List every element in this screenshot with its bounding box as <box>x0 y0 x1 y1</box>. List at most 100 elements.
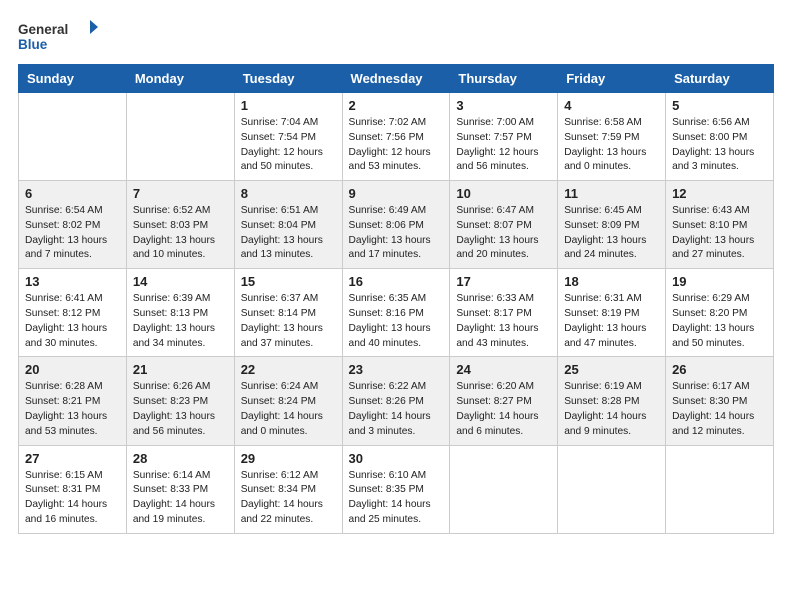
svg-text:Blue: Blue <box>18 37 48 52</box>
cell-text: Sunrise: 6:10 AM Sunset: 8:35 PM Dayligh… <box>349 469 444 528</box>
cell-text: Sunrise: 7:00 AM Sunset: 7:57 PM Dayligh… <box>456 116 551 175</box>
calendar-cell: 6 Sunrise: 6:54 AM Sunset: 8:02 PM Daylig… <box>19 181 127 269</box>
cell-text: Sunrise: 6:41 AM Sunset: 8:12 PM Dayligh… <box>25 292 120 351</box>
calendar-cell: 21 Sunrise: 6:26 AM Sunset: 8:23 PM Dayli… <box>126 357 234 445</box>
day-number: 3 <box>456 98 551 113</box>
calendar-cell: 28Sunrise: 6:14 AM Sunset: 8:33 PM Dayli… <box>126 445 234 533</box>
cell-text: Sunrise: 6:45 AM Sunset: 8:09 PM Dayligh… <box>564 204 659 263</box>
calendar-cell: 27 Sunrise: 6:15 AM Sunset: 8:31 PM Dayli… <box>19 445 127 533</box>
weekday-header-wednesday: Wednesday <box>342 65 450 93</box>
cell-text: Sunrise: 6:20 AM Sunset: 8:27 PM Dayligh… <box>456 380 551 439</box>
calendar-cell <box>666 445 774 533</box>
cell-text: Sunrise: 6:14 AM Sunset: 8:33 PM Dayligh… <box>133 469 228 528</box>
calendar-cell: 7 Sunrise: 6:52 AM Sunset: 8:03 PM Daylig… <box>126 181 234 269</box>
cell-text: Sunrise: 6:58 AM Sunset: 7:59 PM Dayligh… <box>564 116 659 175</box>
day-number: 10 <box>456 186 551 201</box>
week-row-5: 27 Sunrise: 6:15 AM Sunset: 8:31 PM Dayli… <box>19 445 774 533</box>
day-number: 21 <box>133 362 228 377</box>
calendar-cell <box>450 445 558 533</box>
calendar-cell: 17 Sunrise: 6:33 AM Sunset: 8:17 PM Dayli… <box>450 269 558 357</box>
day-number: 30 <box>349 451 444 466</box>
day-number: 13 <box>25 274 120 289</box>
cell-text: Sunrise: 7:04 AM Sunset: 7:54 PM Dayligh… <box>241 116 336 175</box>
calendar-cell: 29 Sunrise: 6:12 AM Sunset: 8:34 PM Dayli… <box>234 445 342 533</box>
week-row-1: 1 Sunrise: 7:04 AM Sunset: 7:54 PM Daylig… <box>19 93 774 181</box>
cell-text: Sunrise: 6:52 AM Sunset: 8:03 PM Dayligh… <box>133 204 228 263</box>
calendar-cell: 22Sunrise: 6:24 AM Sunset: 8:24 PM Dayli… <box>234 357 342 445</box>
day-number: 25 <box>564 362 659 377</box>
day-number: 6 <box>25 186 120 201</box>
calendar-cell: 13 Sunrise: 6:41 AM Sunset: 8:12 PM Dayli… <box>19 269 127 357</box>
day-number: 2 <box>349 98 444 113</box>
weekday-header-thursday: Thursday <box>450 65 558 93</box>
day-number: 27 <box>25 451 120 466</box>
weekday-header-friday: Friday <box>558 65 666 93</box>
day-number: 17 <box>456 274 551 289</box>
day-number: 11 <box>564 186 659 201</box>
calendar-cell <box>126 93 234 181</box>
calendar-cell: 23Sunrise: 6:22 AM Sunset: 8:26 PM Dayli… <box>342 357 450 445</box>
day-number: 23 <box>349 362 444 377</box>
weekday-header-tuesday: Tuesday <box>234 65 342 93</box>
cell-text: Sunrise: 6:26 AM Sunset: 8:23 PM Dayligh… <box>133 380 228 439</box>
cell-text: Sunrise: 6:17 AM Sunset: 8:30 PM Dayligh… <box>672 380 767 439</box>
cell-text: Sunrise: 6:33 AM Sunset: 8:17 PM Dayligh… <box>456 292 551 351</box>
cell-text: Sunrise: 6:15 AM Sunset: 8:31 PM Dayligh… <box>25 469 120 528</box>
day-number: 22 <box>241 362 336 377</box>
calendar-cell: 15Sunrise: 6:37 AM Sunset: 8:14 PM Dayli… <box>234 269 342 357</box>
day-number: 4 <box>564 98 659 113</box>
calendar-cell: 10 Sunrise: 6:47 AM Sunset: 8:07 PM Dayli… <box>450 181 558 269</box>
day-number: 12 <box>672 186 767 201</box>
day-number: 1 <box>241 98 336 113</box>
calendar-cell: 24Sunrise: 6:20 AM Sunset: 8:27 PM Dayli… <box>450 357 558 445</box>
day-number: 14 <box>133 274 228 289</box>
weekday-header-sunday: Sunday <box>19 65 127 93</box>
cell-text: Sunrise: 6:39 AM Sunset: 8:13 PM Dayligh… <box>133 292 228 351</box>
calendar-cell: 14 Sunrise: 6:39 AM Sunset: 8:13 PM Dayli… <box>126 269 234 357</box>
week-row-3: 13 Sunrise: 6:41 AM Sunset: 8:12 PM Dayli… <box>19 269 774 357</box>
calendar-cell: 8 Sunrise: 6:51 AM Sunset: 8:04 PM Daylig… <box>234 181 342 269</box>
day-number: 8 <box>241 186 336 201</box>
calendar-cell: 5 Sunrise: 6:56 AM Sunset: 8:00 PM Daylig… <box>666 93 774 181</box>
weekday-header-row: SundayMondayTuesdayWednesdayThursdayFrid… <box>19 65 774 93</box>
page: General Blue SundayMondayTuesdayWednesda… <box>0 0 792 612</box>
week-row-4: 20Sunrise: 6:28 AM Sunset: 8:21 PM Dayli… <box>19 357 774 445</box>
calendar-cell: 20Sunrise: 6:28 AM Sunset: 8:21 PM Dayli… <box>19 357 127 445</box>
calendar-cell: 11 Sunrise: 6:45 AM Sunset: 8:09 PM Dayli… <box>558 181 666 269</box>
day-number: 29 <box>241 451 336 466</box>
cell-text: Sunrise: 6:29 AM Sunset: 8:20 PM Dayligh… <box>672 292 767 351</box>
cell-text: Sunrise: 6:56 AM Sunset: 8:00 PM Dayligh… <box>672 116 767 175</box>
cell-text: Sunrise: 6:12 AM Sunset: 8:34 PM Dayligh… <box>241 469 336 528</box>
logo-svg: General Blue <box>18 18 98 54</box>
cell-text: Sunrise: 6:37 AM Sunset: 8:14 PM Dayligh… <box>241 292 336 351</box>
header: General Blue <box>18 18 774 54</box>
day-number: 7 <box>133 186 228 201</box>
cell-text: Sunrise: 6:51 AM Sunset: 8:04 PM Dayligh… <box>241 204 336 263</box>
cell-text: Sunrise: 6:28 AM Sunset: 8:21 PM Dayligh… <box>25 380 120 439</box>
day-number: 18 <box>564 274 659 289</box>
week-row-2: 6 Sunrise: 6:54 AM Sunset: 8:02 PM Daylig… <box>19 181 774 269</box>
calendar-cell: 25Sunrise: 6:19 AM Sunset: 8:28 PM Dayli… <box>558 357 666 445</box>
weekday-header-monday: Monday <box>126 65 234 93</box>
day-number: 16 <box>349 274 444 289</box>
calendar-cell: 3 Sunrise: 7:00 AM Sunset: 7:57 PM Daylig… <box>450 93 558 181</box>
day-number: 5 <box>672 98 767 113</box>
calendar-cell: 18Sunrise: 6:31 AM Sunset: 8:19 PM Dayli… <box>558 269 666 357</box>
calendar-cell: 4 Sunrise: 6:58 AM Sunset: 7:59 PM Daylig… <box>558 93 666 181</box>
cell-text: Sunrise: 6:43 AM Sunset: 8:10 PM Dayligh… <box>672 204 767 263</box>
calendar-cell: 1 Sunrise: 7:04 AM Sunset: 7:54 PM Daylig… <box>234 93 342 181</box>
cell-text: Sunrise: 6:49 AM Sunset: 8:06 PM Dayligh… <box>349 204 444 263</box>
cell-text: Sunrise: 6:47 AM Sunset: 8:07 PM Dayligh… <box>456 204 551 263</box>
cell-text: Sunrise: 6:54 AM Sunset: 8:02 PM Dayligh… <box>25 204 120 263</box>
day-number: 19 <box>672 274 767 289</box>
calendar-cell: 30 Sunrise: 6:10 AM Sunset: 8:35 PM Dayli… <box>342 445 450 533</box>
cell-text: Sunrise: 6:35 AM Sunset: 8:16 PM Dayligh… <box>349 292 444 351</box>
calendar-cell: 19 Sunrise: 6:29 AM Sunset: 8:20 PM Dayli… <box>666 269 774 357</box>
calendar-table: SundayMondayTuesdayWednesdayThursdayFrid… <box>18 64 774 534</box>
day-number: 26 <box>672 362 767 377</box>
calendar-cell: 12 Sunrise: 6:43 AM Sunset: 8:10 PM Dayli… <box>666 181 774 269</box>
calendar-cell: 26 Sunrise: 6:17 AM Sunset: 8:30 PM Dayli… <box>666 357 774 445</box>
cell-text: Sunrise: 7:02 AM Sunset: 7:56 PM Dayligh… <box>349 116 444 175</box>
svg-text:General: General <box>18 22 68 37</box>
weekday-header-saturday: Saturday <box>666 65 774 93</box>
